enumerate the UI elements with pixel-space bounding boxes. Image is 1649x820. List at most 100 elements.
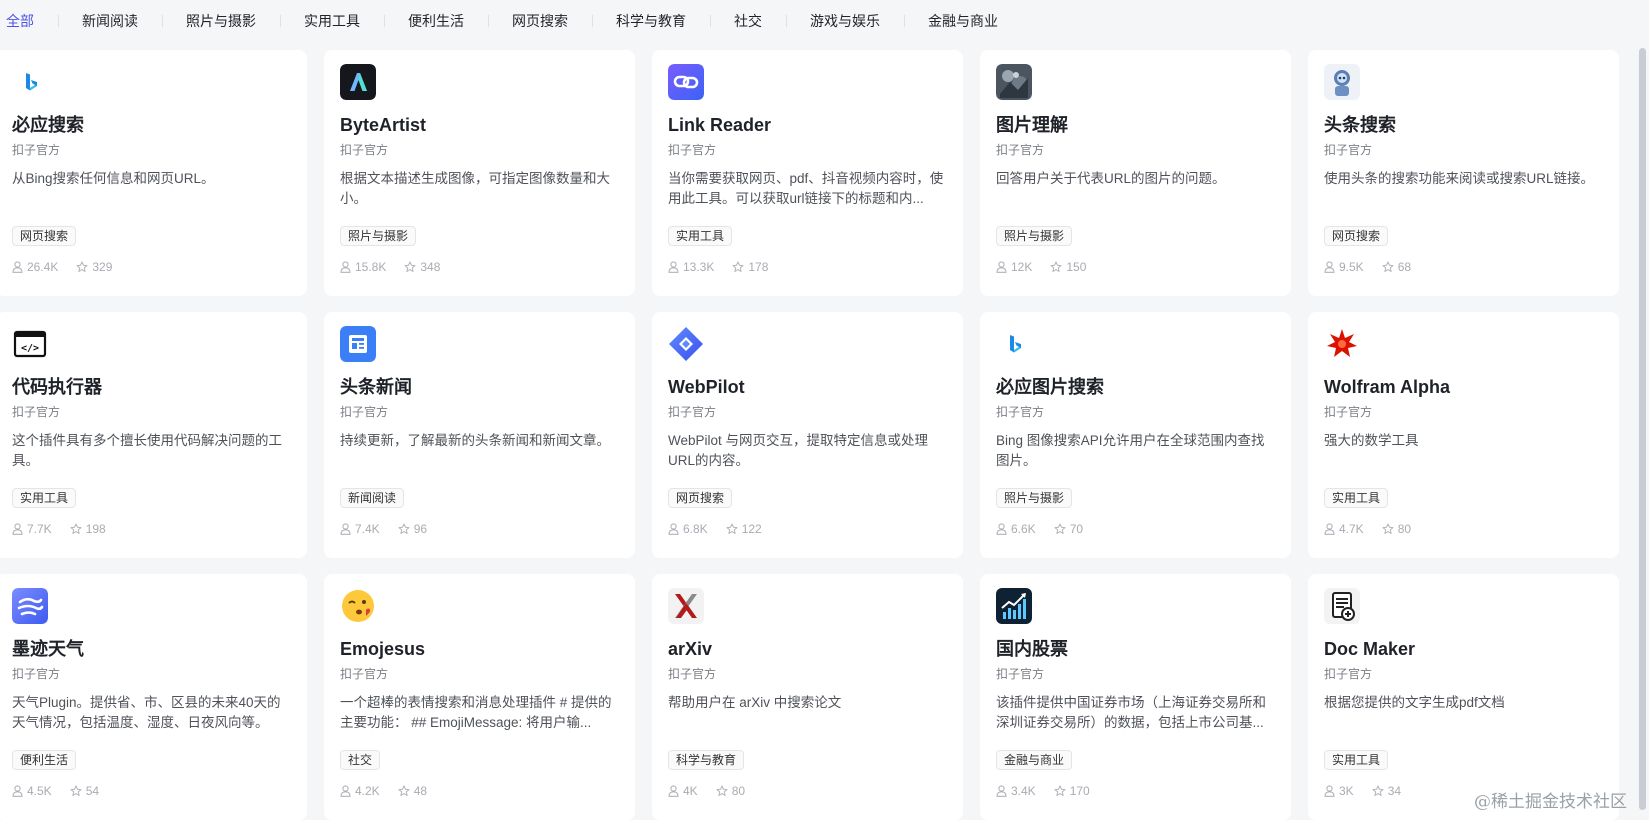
webpilot-logo-icon (668, 326, 704, 362)
plugin-card[interactable]: Link Reader 扣子官方 当你需要获取网页、pdf、抖音视频内容时，使用此工… (652, 50, 963, 296)
plugin-stats: 4.7K 80 (1324, 522, 1429, 536)
star-count-value: 48 (413, 784, 428, 798)
plugin-author: 扣子官方 (1324, 667, 1373, 681)
user-count-value: 9.5K (1339, 260, 1364, 274)
plugin-author: 扣子官方 (12, 405, 61, 419)
plugin-card[interactable]: 必应搜索 扣子官方 从Bing搜索任何信息和网页URL。 网页搜索 26.4K 329 (0, 50, 307, 296)
plugin-name: Doc Maker (1324, 639, 1416, 659)
plugin-stats: 9.5K 68 (1324, 260, 1429, 274)
plugin-card[interactable]: Emojesus 扣子官方 一个超棒的表情搜索和消息处理插件 # 提供的主要功能： … (324, 574, 635, 820)
user-count-icon (1324, 523, 1335, 535)
star-count: 122 (726, 522, 762, 536)
tab-8[interactable]: 游戏与娱乐 (786, 0, 904, 42)
tab-3[interactable]: 实用工具 (280, 0, 384, 42)
arxiv-logo-icon (668, 588, 704, 624)
star-count-value: 70 (1069, 522, 1084, 536)
plugin-description: 根据文本描述生成图像，可指定图像数量和大小。 (340, 171, 610, 206)
user-count-value: 3K (1339, 784, 1354, 798)
plugin-name: ByteArtist (340, 115, 427, 135)
weather-icon (12, 588, 48, 624)
category-tag: 新闻阅读 (340, 488, 405, 508)
link-icon (668, 64, 704, 100)
plugin-card[interactable]: 必应图片搜索 扣子官方 Bing 图像搜索API允许用户在全球范围内查找图片。 照片与… (980, 312, 1291, 558)
plugin-author: 扣子官方 (996, 143, 1045, 157)
plugin-author: 扣子官方 (340, 405, 389, 419)
doc-maker-icon (1324, 588, 1360, 624)
user-count-value: 13.3K (683, 260, 715, 274)
plugin-author: 扣子官方 (996, 667, 1045, 681)
star-count: 34 (1372, 784, 1401, 798)
plugin-card[interactable]: </> 代码执行器 扣子官方 这个插件具有多个擅长使用代码解决问题的工具。 实用工具 7.… (0, 312, 307, 558)
scrollbar[interactable] (1635, 0, 1649, 820)
plugin-description: 强大的数学工具 (1324, 433, 1419, 448)
plugin-card[interactable]: WebPilot 扣子官方 WebPilot 与网页交互，提取特定信息或处理URL的… (652, 312, 963, 558)
plugin-description: 该插件提供中国证券市场（上海证券交易所和深圳证券交易所）的数据，包括上市公司基.… (996, 695, 1266, 730)
category-tag: 金融与商业 (996, 750, 1073, 770)
plugin-author: 扣子官方 (668, 143, 717, 157)
plugin-stats: 12K 150 (996, 260, 1104, 274)
user-count-icon (996, 785, 1007, 797)
plugin-author: 扣子官方 (1324, 405, 1373, 419)
category-tag: 社交 (340, 750, 381, 770)
bing-logo-icon (996, 326, 1032, 362)
star-count: 68 (1382, 260, 1411, 274)
star-count-value: 178 (748, 260, 769, 274)
plugin-card[interactable]: 图片理解 扣子官方 回答用户关于代表URL的图片的问题。 照片与摄影 12K 150 (980, 50, 1291, 296)
plugin-description: 回答用户关于代表URL的图片的问题。 (996, 171, 1226, 186)
plugin-card[interactable]: ByteArtist 扣子官方 根据文本描述生成图像，可指定图像数量和大小。 照片与摄… (324, 50, 635, 296)
star-count: 198 (70, 522, 106, 536)
plugin-stats: 4.2K 48 (340, 784, 445, 798)
category-tag: 照片与摄影 (996, 226, 1073, 246)
user-count: 4.2K (340, 784, 380, 798)
star-count: 80 (1382, 522, 1411, 536)
tab-9[interactable]: 金融与商业 (904, 0, 1022, 42)
user-count-value: 4K (683, 784, 698, 798)
plugin-description: Bing 图像搜索API允许用户在全球范围内查找图片。 (996, 433, 1265, 468)
tab-0[interactable]: 全部 (0, 0, 58, 42)
plugin-name: Emojesus (340, 639, 426, 659)
star-count-value: 34 (1387, 784, 1402, 798)
tab-6[interactable]: 科学与教育 (592, 0, 710, 42)
wolfram-logo-icon (1324, 326, 1360, 362)
star-count-value: 80 (731, 784, 746, 798)
user-count: 12K (996, 260, 1032, 274)
plugin-stats: 26.4K 329 (12, 260, 130, 274)
plugin-card[interactable]: arXiv 扣子官方 帮助用户在 arXiv 中搜索论文 科学与教育 4K 80 (652, 574, 963, 820)
plugin-card[interactable]: 头条搜索 扣子官方 使用头条的搜索功能来阅读或搜索URL链接。 网页搜索 9.5K 68 (1308, 50, 1619, 296)
user-count-value: 15.8K (355, 260, 387, 274)
image-understanding-icon (996, 64, 1032, 100)
user-count-icon (996, 523, 1007, 535)
tab-2[interactable]: 照片与摄影 (162, 0, 280, 42)
code-icon: </> (12, 326, 48, 362)
user-count-icon (668, 261, 679, 273)
plugin-card[interactable]: 头条新闻 扣子官方 持续更新，了解最新的头条新闻和新闻文章。 新闻阅读 7.4K 96 (324, 312, 635, 558)
plugin-card[interactable]: 墨迹天气 扣子官方 天气Plugin。提供省、市、区县的未来40天的天气情况，包括温… (0, 574, 307, 820)
user-count: 7.7K (12, 522, 52, 536)
star-icon (1372, 785, 1384, 796)
plugin-card[interactable]: Doc Maker 扣子官方 根据您提供的文字生成pdf文档 实用工具 3K 34 (1308, 574, 1619, 820)
plugin-description: 根据您提供的文字生成pdf文档 (1324, 695, 1505, 710)
plugin-card[interactable]: Wolfram Alpha 扣子官方 强大的数学工具 实用工具 4.7K 80 (1308, 312, 1619, 558)
byteartist-logo-icon (340, 64, 376, 100)
star-count: 80 (716, 784, 745, 798)
tab-7[interactable]: 社交 (710, 0, 786, 42)
tab-4[interactable]: 便利生活 (384, 0, 488, 42)
plugin-description: 一个超棒的表情搜索和消息处理插件 # 提供的主要功能： ## EmojiMess… (340, 695, 612, 730)
plugin-card[interactable]: 国内股票 扣子官方 该插件提供中国证券市场（上海证券交易所和深圳证券交易所）的数据，… (980, 574, 1291, 820)
plugin-stats: 13.3K 178 (668, 260, 786, 274)
star-icon (1054, 523, 1066, 534)
user-count-icon (340, 785, 351, 797)
star-icon (70, 785, 82, 796)
star-count-value: 54 (85, 784, 100, 798)
plugin-stats: 4.5K 54 (12, 784, 117, 798)
tab-5[interactable]: 网页搜索 (488, 0, 592, 42)
scrollbar-thumb[interactable] (1639, 48, 1646, 810)
star-count-value: 122 (741, 522, 762, 536)
user-count-icon (996, 261, 1007, 273)
category-tag: 便利生活 (12, 750, 77, 770)
category-tag: 实用工具 (1324, 488, 1389, 508)
user-count-value: 6.6K (1011, 522, 1036, 536)
tab-1[interactable]: 新闻阅读 (58, 0, 162, 42)
watermark: @稀土掘金技术社区 (1474, 792, 1627, 812)
plugin-stats: 3K 34 (1324, 784, 1419, 798)
